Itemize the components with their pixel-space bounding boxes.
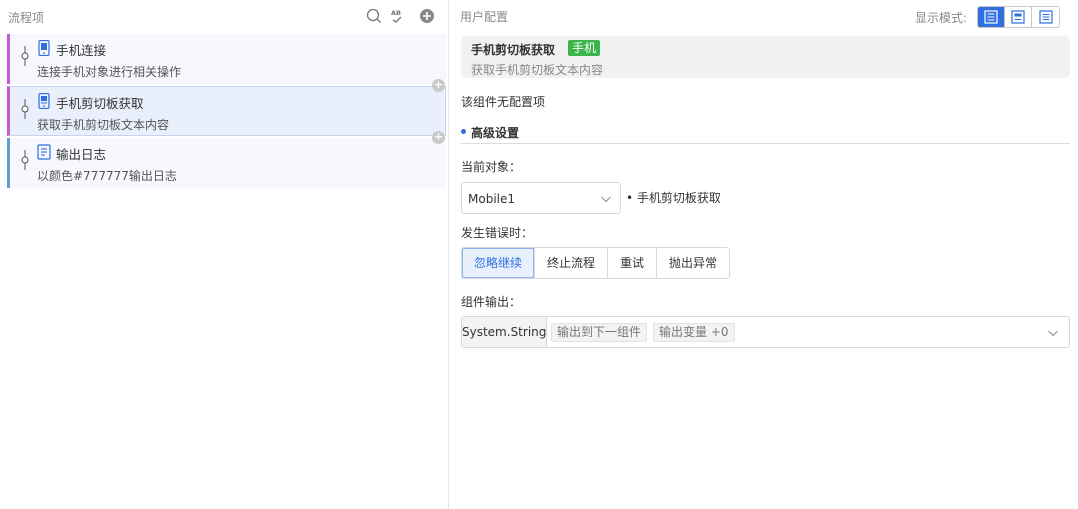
mode-list-icon [1038, 10, 1053, 24]
flow-item-desc: 获取手机剪切板文本内容 [37, 118, 170, 132]
section-bullet [461, 129, 466, 134]
connector-icon [21, 150, 29, 170]
current-object-note: • 手机剪切板获取 [626, 191, 721, 205]
component-category-badge: 手机 [568, 40, 601, 56]
search-icon[interactable] [365, 7, 383, 25]
output-tag: 输出到下一组件 [551, 323, 648, 342]
output-tag: 输出变量 +0 [653, 323, 735, 342]
on-error-throw-button[interactable]: 抛出异常 [657, 248, 730, 278]
flow-panel: 流程项 AB 手机连接 连接手机对象进行相关操作 手机剪切板获取 获取手机剪切板… [0, 0, 449, 509]
mobile-connect-icon [38, 40, 50, 56]
flow-panel-header: 流程项 AB [0, 0, 449, 32]
flow-item-desc: 连接手机对象进行相关操作 [37, 65, 182, 79]
insert-step-icon[interactable]: + [432, 79, 445, 92]
on-error-label: 发生错误时： [461, 226, 534, 240]
spellcheck-icon[interactable]: AB [389, 7, 407, 25]
chevron-down-icon [1048, 330, 1058, 337]
flow-item-title: 手机剪切板获取 [56, 96, 144, 111]
no-config-text: 该组件无配置项 [461, 95, 546, 109]
on-error-retry-button[interactable]: 重试 [608, 248, 658, 278]
flow-panel-title: 流程项 [8, 11, 45, 25]
connector-icon [21, 46, 29, 66]
mode-list-button[interactable] [1032, 7, 1059, 27]
mode-compact-button[interactable] [1005, 7, 1032, 27]
current-object-value: Mobile1 [468, 192, 515, 206]
mobile-clipboard-icon [38, 93, 50, 109]
output-type: System.String [462, 317, 547, 347]
chevron-down-icon [601, 196, 611, 203]
insert-step-icon[interactable]: + [432, 131, 445, 144]
mode-full-button[interactable] [978, 7, 1005, 27]
current-object-select[interactable]: Mobile1 [461, 182, 621, 214]
config-panel: 用户配置 显示模式: 手机剪切板获取 手机 获取手机剪切板文本内容 该组件无配置… [450, 0, 1078, 509]
component-info-card: 手机剪切板获取 手机 获取手机剪切板文本内容 [461, 36, 1070, 78]
svg-text:AB: AB [391, 9, 401, 17]
flow-item-title: 输出日志 [56, 147, 107, 162]
flow-item-desc: 以颜色#777777输出日志 [37, 169, 177, 183]
add-circle-icon[interactable] [418, 7, 436, 25]
component-name: 手机剪切板获取 [471, 43, 556, 57]
section-divider [461, 143, 1070, 144]
current-object-label: 当前对象： [461, 160, 522, 174]
flow-item-title: 手机连接 [56, 43, 107, 58]
mode-full-icon [984, 10, 998, 24]
advanced-settings-title: 高级设置 [471, 126, 520, 140]
flow-item-mobile-connect[interactable]: 手机连接 连接手机对象进行相关操作 [7, 34, 446, 84]
on-error-options: 忽略继续 终止流程 重试 抛出异常 [461, 247, 731, 279]
log-icon [37, 144, 51, 160]
connector-icon [21, 99, 29, 119]
display-mode-switch [977, 6, 1060, 28]
flow-item-mobile-clipboard[interactable]: 手机剪切板获取 获取手机剪切板文本内容 [7, 86, 446, 136]
on-error-stop-button[interactable]: 终止流程 [535, 248, 609, 278]
component-output-label: 组件输出： [461, 295, 522, 309]
mode-compact-icon [1011, 10, 1025, 24]
display-mode-label: 显示模式: [915, 11, 968, 25]
component-output-select[interactable]: System.String 输出到下一组件 输出变量 +0 [461, 316, 1070, 348]
flow-item-output-log[interactable]: 输出日志 以颜色#777777输出日志 [7, 138, 446, 188]
on-error-ignore-button[interactable]: 忽略继续 [462, 248, 536, 278]
component-description: 获取手机剪切板文本内容 [471, 63, 604, 77]
config-panel-title: 用户配置 [460, 10, 509, 24]
